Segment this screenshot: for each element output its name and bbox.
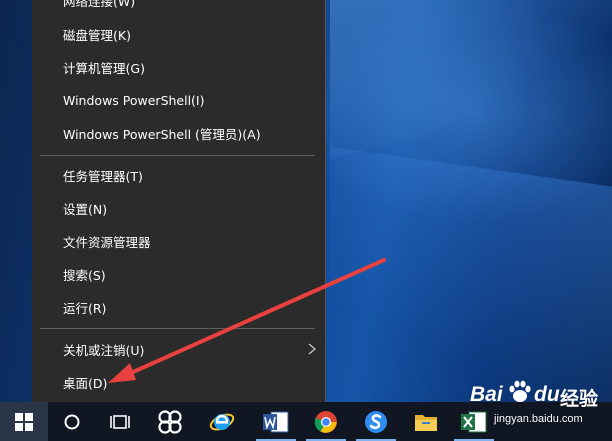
app-icon	[158, 409, 182, 434]
menu-item-label: 任务管理器(T)	[63, 169, 143, 184]
taskbar-app-button[interactable]	[146, 402, 194, 441]
chrome-icon	[314, 410, 337, 433]
sogou-icon	[365, 410, 387, 433]
watermark-brand-du: du	[534, 383, 560, 406]
menu-item-powershell-admin[interactable]: Windows PowerShell (管理员)(A)	[32, 117, 326, 150]
chrome-button[interactable]	[302, 402, 350, 441]
wallpaper-light-beam	[330, 0, 612, 159]
menu-item-label: 搜索(S)	[63, 268, 106, 283]
menu-separator	[40, 328, 315, 329]
menu-item-settings[interactable]: 设置(N)	[32, 192, 326, 225]
file-explorer-icon	[415, 414, 437, 431]
watermark-url: jingyan.baidu.com	[494, 413, 583, 425]
chevron-right-icon	[308, 343, 316, 355]
menu-item-label: 计算机管理(G)	[63, 61, 145, 76]
menu-item-label: 设置(N)	[63, 202, 108, 217]
quick-link-menu: 网络连接(W) 磁盘管理(K) 计算机管理(G) Windows PowerSh…	[32, 0, 326, 402]
menu-item-file-explorer[interactable]: 文件资源管理器	[32, 225, 326, 258]
word-button[interactable]	[252, 402, 300, 441]
search-circle-icon	[64, 414, 80, 429]
menu-item-label: 关机或注销(U)	[63, 343, 145, 358]
menu-item-label: 桌面(D)	[63, 376, 108, 391]
menu-item-computer-management[interactable]: 计算机管理(G)	[32, 51, 326, 84]
watermark-brand-bai: Bai	[470, 383, 503, 406]
sogou-button[interactable]	[352, 402, 400, 441]
menu-item-disk-management[interactable]: 磁盘管理(K)	[32, 18, 326, 51]
menu-item-label: 运行(R)	[63, 301, 107, 316]
task-view-button[interactable]	[96, 402, 144, 441]
menu-item-label: Windows PowerShell (管理员)(A)	[63, 127, 261, 142]
menu-item-search[interactable]: 搜索(S)	[32, 258, 326, 291]
menu-item-label: 文件资源管理器	[63, 235, 151, 250]
menu-separator	[40, 155, 315, 156]
start-button[interactable]	[0, 402, 48, 441]
menu-item-network-connections[interactable]: 网络连接(W)	[32, 0, 326, 17]
word-icon	[263, 411, 289, 432]
wallpaper-light-beam-lower	[330, 146, 612, 402]
search-button[interactable]	[48, 402, 96, 441]
internet-explorer-icon	[209, 413, 235, 430]
menu-item-shutdown-signout[interactable]: 关机或注销(U)	[32, 333, 326, 366]
windows-start-icon	[15, 412, 33, 431]
menu-item-powershell[interactable]: Windows PowerShell(I)	[32, 84, 326, 117]
menu-item-label: Windows PowerShell(I)	[63, 93, 205, 108]
file-explorer-button[interactable]	[402, 402, 450, 441]
task-view-icon	[110, 414, 130, 429]
watermark-suffix: 经验	[560, 389, 599, 410]
menu-item-label: 网络连接(W)	[63, 0, 136, 9]
menu-item-run[interactable]: 运行(R)	[32, 291, 326, 324]
menu-item-label: 磁盘管理(K)	[63, 28, 131, 43]
menu-item-task-manager[interactable]: 任务管理器(T)	[32, 159, 326, 192]
baidu-jingyan-watermark: Bai du 经验 jingyan.baidu.com	[464, 375, 612, 437]
menu-item-desktop[interactable]: 桌面(D)	[32, 366, 326, 399]
internet-explorer-button[interactable]	[198, 402, 246, 441]
baidu-paw-icon	[509, 380, 531, 402]
